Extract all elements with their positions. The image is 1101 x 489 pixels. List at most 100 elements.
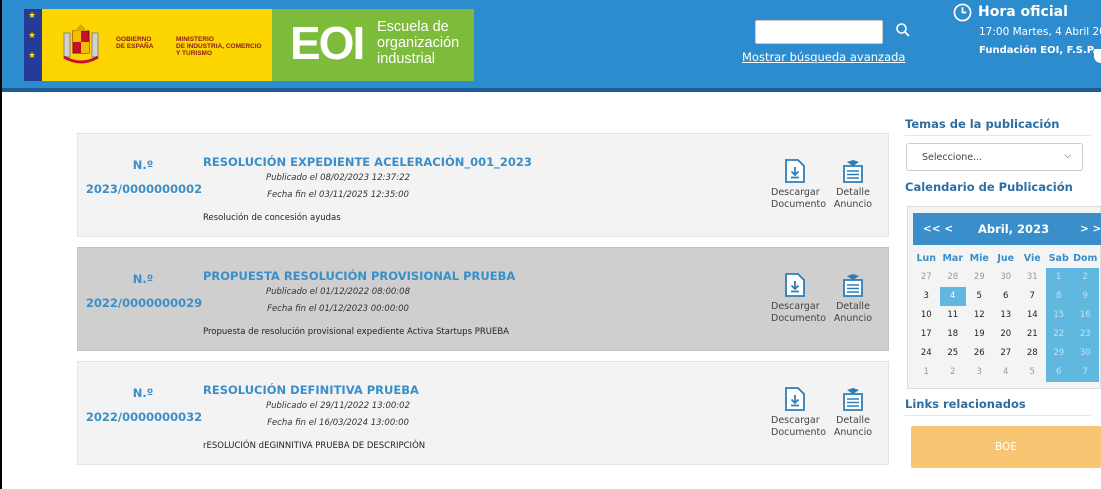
detail-announcement-button[interactable]: Detalle Anuncio (829, 273, 877, 325)
calendar-day-today[interactable]: 4 (939, 287, 966, 306)
logo-strip: ★ ★ ★ GOBIERNO DE ESPAÑA MINISTERIO DE IND… (24, 9, 474, 81)
related-links-title: Links relacionados (905, 397, 1026, 411)
calendar-week-row: 10 11 12 13 14 15 16 (913, 306, 1099, 325)
end-date: Fecha fin el 16/03/2024 13:00:00 (267, 418, 409, 428)
calendar-day[interactable]: 31 (1019, 268, 1046, 287)
publication-description: Resolución de concesión ayudas (203, 213, 341, 223)
calendar-day[interactable]: 28 (940, 268, 967, 287)
detail-label: Detalle Anuncio (833, 187, 873, 210)
calendar-prev-button[interactable]: << < (923, 223, 953, 235)
calendar-day[interactable]: 10 (913, 306, 940, 325)
calendar-day[interactable]: 1 (913, 363, 940, 382)
calendar-day[interactable]: 28 (1019, 344, 1046, 363)
search-icon[interactable] (895, 22, 911, 38)
number-label: N.º (132, 386, 154, 400)
end-date: Fecha fin el 03/11/2025 12:35:00 (267, 190, 409, 200)
weekday-label: Jue (997, 253, 1015, 264)
calendar-day[interactable]: 21 (1019, 325, 1046, 344)
calendar-day[interactable]: 29 (966, 268, 993, 287)
number-label: N.º (132, 158, 154, 172)
calendar-day[interactable]: 6 (1045, 363, 1072, 382)
eoi-logo[interactable]: EOI Escuela de organización industrial (272, 9, 474, 81)
detail-label: Detalle Anuncio (833, 415, 873, 438)
calendar-week-row: 27 28 29 30 31 1 2 (913, 268, 1099, 287)
calendar-day[interactable]: 3 (966, 363, 993, 382)
calendar-day[interactable]: 25 (940, 344, 967, 363)
calendar-day[interactable]: 20 (993, 325, 1020, 344)
publication-title[interactable]: RESOLUCIÓN EXPEDIENTE ACELERACIÓN_001_20… (203, 155, 532, 169)
calendar-day[interactable]: 19 (966, 325, 993, 344)
calendar-day[interactable]: 30 (993, 268, 1020, 287)
site-header: ★ ★ ★ GOBIERNO DE ESPAÑA MINISTERIO DE IND… (2, 0, 1101, 92)
calendar-day[interactable]: 7 (1019, 287, 1046, 306)
official-time-value: 17:00 Martes, 4 Abril 2023 (979, 26, 1101, 38)
organization-name: Fundación EOI, F.S.P. (979, 45, 1097, 56)
calendar-day[interactable]: 24 (913, 344, 940, 363)
calendar-day[interactable]: 8 (1045, 287, 1072, 306)
calendar-day[interactable]: 5 (966, 287, 993, 306)
official-time-title: Hora oficial (978, 4, 1068, 20)
detail-announcement-button[interactable]: Detalle Anuncio (829, 159, 877, 211)
ministry-label: MINISTERIO DE INDUSTRIA, COMERCIO Y TURI… (176, 36, 262, 57)
header-divider (2, 88, 1101, 92)
calendar-day[interactable]: 15 (1045, 306, 1072, 325)
calendar-day[interactable]: 27 (913, 268, 940, 287)
publication-title[interactable]: PROPUESTA RESOLUCIÓN PROVISIONAL PRUEBA (203, 269, 515, 283)
calendar-day[interactable]: 14 (1019, 306, 1046, 325)
advanced-search-link[interactable]: Mostrar búsqueda avanzada (742, 50, 905, 64)
calendar-day[interactable]: 11 (940, 306, 967, 325)
download-document-button[interactable]: Descargar Documento (771, 273, 827, 325)
download-document-icon (785, 159, 805, 183)
government-label: GOBIERNO DE ESPAÑA (116, 36, 154, 50)
calendar-day[interactable]: 2 (940, 363, 967, 382)
calendar-day[interactable]: 13 (993, 306, 1020, 325)
calendar-day[interactable]: 17 (913, 325, 940, 344)
calendar-grid: Lun Mar Mie Jue Vie Sab Dom 27 28 29 30 31 1 2 3 4 5 6 7 8 9… (913, 249, 1099, 382)
calendar-day[interactable]: 18 (940, 325, 967, 344)
calendar-day[interactable]: 3 (913, 287, 940, 306)
calendar-day[interactable]: 7 (1072, 363, 1099, 382)
publication-number: 2022/0000000029 (85, 296, 203, 310)
calendar-day[interactable]: 9 (1072, 287, 1099, 306)
calendar-next-button[interactable]: > >> (1080, 223, 1101, 235)
weekday-label: Lun (916, 253, 937, 264)
calendar-day[interactable]: 1 (1045, 268, 1072, 287)
calendar-day[interactable]: 22 (1045, 325, 1072, 344)
download-label: Descargar Documento (771, 301, 827, 324)
calendar-day[interactable]: 27 (993, 344, 1020, 363)
clock-icon (953, 3, 972, 22)
weekday-label: Sab (1048, 253, 1069, 264)
download-document-button[interactable]: Descargar Documento (771, 387, 826, 439)
publication-number: 2023/0000000002 (85, 182, 203, 196)
boe-link-button[interactable]: BOE (911, 426, 1101, 468)
topics-select-value: Seleccione... (922, 152, 983, 163)
download-document-button[interactable]: Descargar Documento (771, 159, 826, 211)
publication-description: rESOLUCIÓN dEGINNITIVA PRUEBA DE DESCRIP… (203, 441, 426, 451)
publication-title[interactable]: RESOLUCIÓN DEFINITIVA PRUEBA (203, 383, 419, 397)
calendar-day[interactable]: 5 (1019, 363, 1046, 382)
publication-card: N.º 2022/0000000032 RESOLUCIÓN DEFINITIV… (77, 361, 889, 465)
topics-select[interactable]: Seleccione... ⌵ (906, 143, 1083, 171)
detail-label: Detalle Anuncio (833, 301, 873, 324)
calendar-week-row: 1234567 (913, 363, 1099, 382)
announcement-detail-icon (843, 274, 863, 297)
calendar-day[interactable]: 29 (1045, 344, 1072, 363)
spain-coat-of-arms-icon (63, 24, 99, 64)
detail-announcement-button[interactable]: Detalle Anuncio (829, 387, 877, 439)
calendar-day[interactable]: 4 (993, 363, 1020, 382)
calendar-day[interactable]: 16 (1072, 306, 1099, 325)
divider (905, 415, 1091, 416)
publication-card: N.º 2022/0000000029 PROPUESTA RESOLUCIÓN… (77, 247, 889, 351)
search-input[interactable] (755, 20, 883, 44)
calendar-day[interactable]: 6 (993, 287, 1020, 306)
calendar-day[interactable]: 2 (1072, 268, 1099, 287)
calendar-day[interactable]: 12 (966, 306, 993, 325)
calendar-week-row: 3456789 (913, 287, 1099, 306)
announcement-detail-icon (843, 160, 863, 183)
eu-flag-icon: ★ ★ ★ (24, 9, 42, 81)
calendar-day[interactable]: 30 (1072, 344, 1099, 363)
topics-title: Temas de la publicación (905, 117, 1060, 131)
calendar-day[interactable]: 23 (1072, 325, 1099, 344)
chevron-down-icon: ⌵ (1064, 151, 1071, 161)
calendar-day[interactable]: 26 (966, 344, 993, 363)
